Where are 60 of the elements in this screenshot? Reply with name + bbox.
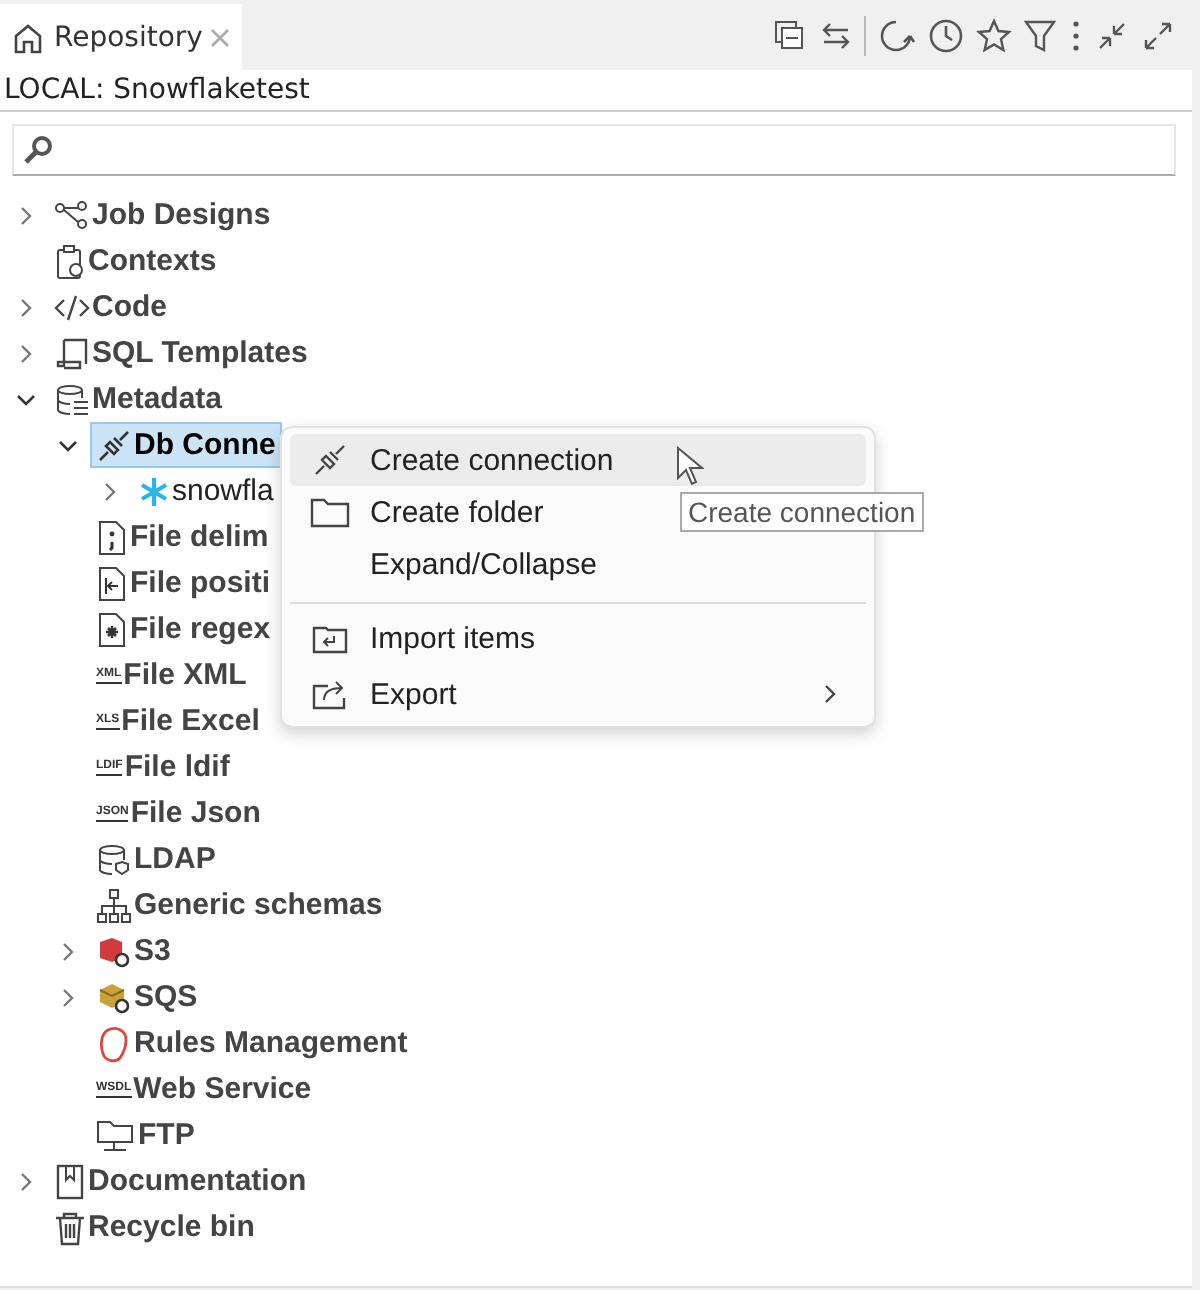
file-icon <box>96 611 128 647</box>
tree-item[interactable]: FTP <box>90 1112 201 1158</box>
menu-item[interactable]: Create connection <box>290 434 866 486</box>
tree-item[interactable]: File regex <box>90 606 277 652</box>
plug-icon <box>96 427 132 463</box>
tree-item[interactable]: File positi <box>90 560 277 606</box>
search-field[interactable] <box>12 124 1176 176</box>
hierarchy-icon <box>96 887 132 923</box>
repository-tab[interactable]: Repository <box>0 4 243 70</box>
menu-item[interactable]: Import items <box>290 602 866 668</box>
tree-item[interactable]: Recycle bin <box>48 1204 261 1250</box>
tree-item[interactable]: Documentation <box>48 1158 313 1204</box>
export-icon <box>312 678 348 710</box>
file-icon <box>96 565 128 601</box>
tree-item[interactable]: Code <box>48 284 173 330</box>
book-icon <box>54 1163 86 1199</box>
plug-icon <box>312 442 348 478</box>
nodes-icon <box>54 199 90 231</box>
star-icon[interactable] <box>976 17 1012 53</box>
menu-icon[interactable] <box>1068 17 1084 53</box>
snowflake-icon <box>138 475 170 507</box>
file-icon <box>96 519 128 555</box>
tree-item[interactable]: snowfla <box>132 468 280 514</box>
home-icon <box>10 19 46 55</box>
folder-icon <box>310 496 350 528</box>
menu-item[interactable]: Expand/Collapse <box>290 538 866 590</box>
collapse-all-icon[interactable] <box>772 17 808 53</box>
tree-item[interactable]: Metadata <box>48 376 229 422</box>
tree-item[interactable]: Contexts <box>48 238 223 284</box>
tree-item[interactable]: Rules Management <box>90 1020 414 1066</box>
tree-item[interactable]: LDAP <box>90 836 222 882</box>
scroll-icon <box>54 335 90 371</box>
import-icon <box>312 622 348 654</box>
database-icon <box>96 841 132 877</box>
tree-item[interactable]: File delim <box>90 514 275 560</box>
history-icon[interactable] <box>926 15 966 55</box>
maximize-icon[interactable] <box>1140 17 1176 53</box>
search-icon <box>22 134 54 166</box>
folder-network-icon <box>96 1117 136 1153</box>
mouse-pointer-icon <box>676 446 704 486</box>
tree-item[interactable]: S3 <box>90 928 177 974</box>
code-icon <box>54 291 90 323</box>
menu-item[interactable]: Export <box>290 668 866 720</box>
tree-item[interactable]: SQL Templates <box>48 330 314 376</box>
tree-item[interactable]: SQS <box>90 974 204 1020</box>
repository-location: LOCAL: Snowflaketest <box>0 70 1192 112</box>
tooltip: Create connection <box>680 492 924 532</box>
filter-icon[interactable] <box>1022 17 1058 53</box>
minimize-icon[interactable] <box>1094 17 1130 53</box>
refresh-icon[interactable] <box>876 15 916 55</box>
database-icon <box>54 381 90 417</box>
cube-icon <box>96 933 132 969</box>
tree-item[interactable]: Generic schemas <box>90 882 389 928</box>
box-icon <box>96 979 132 1015</box>
link-arrows-icon[interactable] <box>818 17 854 53</box>
selected-tree-item[interactable]: Db Conne <box>90 422 282 468</box>
trash-icon <box>54 1209 86 1245</box>
clipboard-icon <box>54 243 86 279</box>
tree-item[interactable]: Job Designs <box>48 192 277 238</box>
head-icon <box>96 1023 132 1063</box>
